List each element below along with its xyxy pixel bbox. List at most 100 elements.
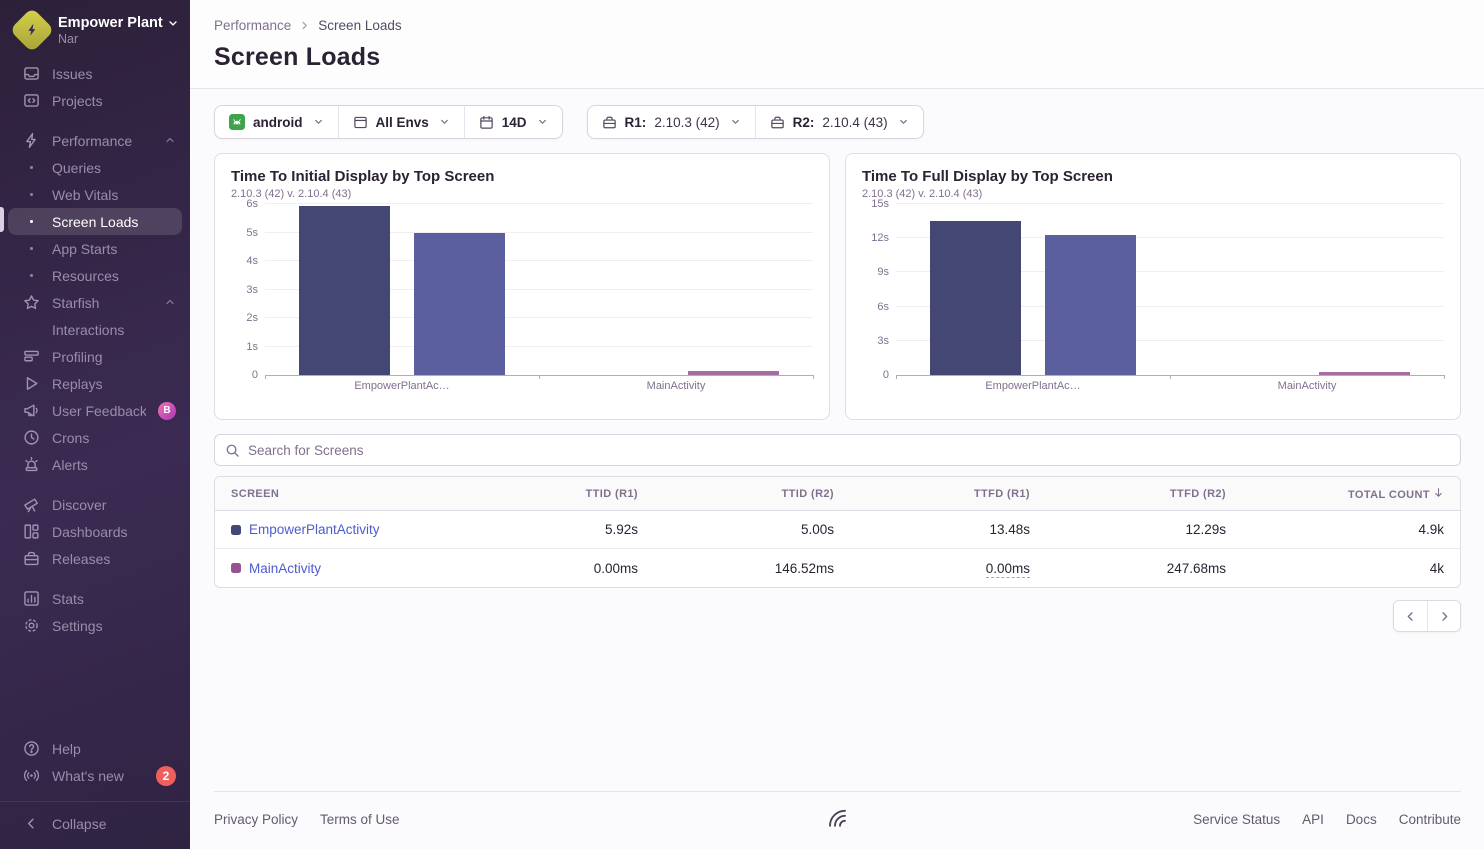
sidebar-item-whats-new[interactable]: What's new 2	[0, 762, 190, 789]
chart-x-labels: EmpowerPlantAc…MainActivity	[896, 380, 1444, 398]
previous-page-button[interactable]	[1394, 601, 1427, 631]
chevron-down-icon	[537, 115, 548, 130]
sidebar-item-releases[interactable]: Releases	[0, 545, 190, 572]
sidebar-item-queries[interactable]: Queries	[0, 154, 190, 181]
terms-of-use-link[interactable]: Terms of Use	[320, 812, 400, 827]
bar-empowerplantac-r2[interactable]	[1045, 235, 1135, 375]
org-switcher[interactable]: Empower Plant Nar	[0, 14, 190, 60]
date-range-filter-button[interactable]: 14D	[464, 106, 562, 138]
chart-title: Time To Full Display by Top Screen	[862, 168, 1444, 185]
help-icon	[22, 740, 40, 757]
y-axis-tick-label: 5s	[246, 227, 258, 239]
chevron-down-icon	[898, 115, 909, 130]
chart-subtitle: 2.10.3 (42) v. 2.10.4 (43)	[231, 188, 813, 200]
sidebar-item-discover[interactable]: Discover	[0, 491, 190, 518]
chevron-down-icon	[730, 115, 741, 130]
sidebar-item-projects[interactable]: Projects	[0, 87, 190, 114]
chart-subtitle: 2.10.3 (42) v. 2.10.4 (43)	[862, 188, 1444, 200]
series-color-swatch	[231, 563, 241, 573]
tooltip-underlined-value[interactable]: 0.00ms	[986, 561, 1030, 578]
sort-desc-icon	[1433, 489, 1444, 501]
sidebar-item-screen-loads[interactable]: Screen Loads	[0, 208, 190, 235]
broadcast-icon	[22, 767, 40, 784]
column-header-total-count[interactable]: Total Count	[1242, 487, 1460, 501]
sidebar-item-starfish[interactable]: Starfish	[0, 289, 190, 316]
org-logo	[9, 7, 54, 52]
sidebar-item-stats[interactable]: Stats	[0, 585, 190, 612]
gear-icon	[22, 617, 40, 634]
privacy-policy-link[interactable]: Privacy Policy	[214, 812, 298, 827]
stats-icon	[22, 590, 40, 607]
sidebar-item-interactions[interactable]: Interactions	[0, 316, 190, 343]
sidebar-item-replays[interactable]: Replays	[0, 370, 190, 397]
bullet-dot	[22, 193, 40, 196]
release2-filter-button[interactable]: R2: 2.10.4 (43)	[755, 106, 923, 138]
sidebar-item-settings[interactable]: Settings	[0, 612, 190, 639]
column-header-ttid-r1[interactable]: TTID (R1)	[458, 488, 654, 500]
column-header-ttid-r2[interactable]: TTID (R2)	[654, 488, 850, 500]
sidebar-nav: Issues Projects Performance Queries Web …	[0, 60, 190, 639]
bar-mainactivity-r2[interactable]	[1319, 372, 1409, 375]
chevron-down-icon	[313, 115, 324, 130]
megaphone-icon	[22, 402, 40, 419]
sidebar-item-app-starts[interactable]: App Starts	[0, 235, 190, 262]
chart-ttfd: Time To Full Display by Top Screen 2.10.…	[845, 153, 1461, 420]
breadcrumb-performance[interactable]: Performance	[214, 18, 291, 33]
window-icon	[353, 115, 368, 130]
breadcrumb: Performance Screen Loads	[214, 18, 1460, 33]
bar-mainactivity-r2[interactable]	[688, 371, 778, 375]
sidebar-item-performance[interactable]: Performance	[0, 127, 190, 154]
column-header-ttfd-r1[interactable]: TTFD (R1)	[850, 488, 1046, 500]
chevron-left-icon	[1404, 610, 1417, 623]
page-title: Screen Loads	[214, 43, 1460, 72]
profiling-icon	[22, 348, 40, 365]
project-filter-button[interactable]: android	[215, 106, 338, 138]
chevron-left-icon	[22, 816, 40, 831]
org-subtitle: Nar	[58, 32, 179, 46]
next-page-button[interactable]	[1427, 601, 1460, 631]
docs-link[interactable]: Docs	[1346, 812, 1377, 827]
lightning-icon	[22, 132, 40, 149]
screen-link[interactable]: EmpowerPlantActivity	[249, 522, 380, 537]
y-axis-tick-label: 4s	[246, 255, 258, 267]
sidebar-item-alerts[interactable]: Alerts	[0, 451, 190, 478]
breadcrumb-screen-loads: Screen Loads	[318, 18, 401, 33]
sidebar-item-user-feedback[interactable]: User Feedback B	[0, 397, 190, 424]
sidebar-item-web-vitals[interactable]: Web Vitals	[0, 181, 190, 208]
column-header-screen[interactable]: Screen	[215, 488, 458, 500]
star-icon	[22, 294, 40, 311]
android-icon	[229, 114, 245, 130]
sidebar-item-resources[interactable]: Resources	[0, 262, 190, 289]
sidebar-item-issues[interactable]: Issues	[0, 60, 190, 87]
environment-filter-button[interactable]: All Envs	[338, 106, 464, 138]
chevron-up-icon	[164, 295, 176, 311]
service-status-link[interactable]: Service Status	[1193, 812, 1280, 827]
sidebar-item-help[interactable]: Help	[0, 735, 190, 762]
chevron-right-icon	[299, 20, 310, 31]
chart-plot-area[interactable]: 01s2s3s4s5s6s	[265, 204, 813, 376]
bar-empowerplantac-r2[interactable]	[414, 233, 504, 376]
dashboards-icon	[22, 523, 40, 540]
clock-icon	[22, 429, 40, 446]
search-input[interactable]	[248, 443, 1450, 458]
sidebar-item-profiling[interactable]: Profiling	[0, 343, 190, 370]
api-link[interactable]: API	[1302, 812, 1324, 827]
release1-filter-button[interactable]: R1: 2.10.3 (42)	[588, 106, 755, 138]
series-color-swatch	[231, 525, 241, 535]
bar-empowerplantac-r1[interactable]	[930, 221, 1020, 375]
sidebar-collapse-button[interactable]: Collapse	[0, 810, 190, 837]
y-axis-tick-label: 2s	[246, 312, 258, 324]
table-row[interactable]: MainActivity 0.00ms 146.52ms 0.00ms 247.…	[215, 549, 1460, 587]
bar-empowerplantac-r1[interactable]	[299, 206, 389, 375]
column-header-ttfd-r2[interactable]: TTFD (R2)	[1046, 488, 1242, 500]
screen-link[interactable]: MainActivity	[249, 561, 321, 576]
projects-icon	[22, 92, 40, 109]
table-row[interactable]: EmpowerPlantActivity 5.92s 5.00s 13.48s …	[215, 511, 1460, 549]
x-axis-category-label: MainActivity	[1278, 380, 1337, 392]
sidebar-item-dashboards[interactable]: Dashboards	[0, 518, 190, 545]
bullet-dot	[22, 166, 40, 169]
sidebar-item-crons[interactable]: Crons	[0, 424, 190, 451]
chevron-up-icon	[164, 133, 176, 149]
contribute-link[interactable]: Contribute	[1399, 812, 1461, 827]
chart-plot-area[interactable]: 03s6s9s12s15s	[896, 204, 1444, 376]
